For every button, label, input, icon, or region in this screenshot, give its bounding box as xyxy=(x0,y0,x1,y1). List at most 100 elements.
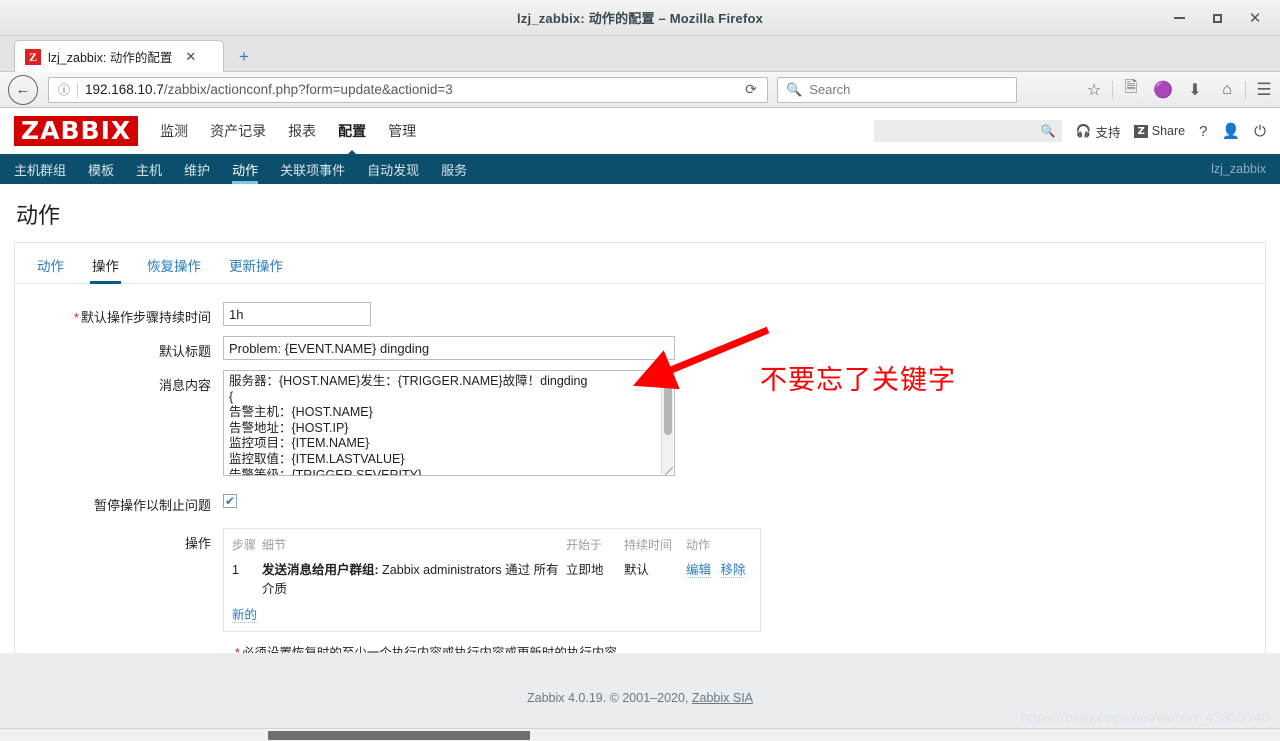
new-operation-link[interactable]: 新的 xyxy=(232,608,258,623)
message-textarea-wrapper: 服务器：{HOST.NAME}发生：{TRIGGER.NAME}故障！dingd… xyxy=(223,370,675,476)
cell-start-in: 立即地 xyxy=(566,563,604,577)
col-header-step: 步骤 xyxy=(232,538,257,552)
required-mark: * xyxy=(73,310,79,325)
cell-duration: 默认 xyxy=(624,563,650,577)
headset-icon: 🎧 xyxy=(1075,123,1092,138)
textarea-resize-grip[interactable] xyxy=(665,467,673,475)
subnav-item-maintenance[interactable]: 维护 xyxy=(184,154,210,184)
browser-search-box[interactable]: 🔍 Search xyxy=(777,76,1017,103)
field-row-message: 消息内容 服务器：{HOST.NAME}发生：{TRIGGER.NAME}故障！… xyxy=(35,370,1245,476)
tab-action[interactable]: 动作 xyxy=(35,251,66,283)
menu-icon[interactable]: ☰ xyxy=(1248,75,1280,105)
window-minimize-button[interactable] xyxy=(1160,0,1198,36)
edit-operation-link[interactable]: 编辑 xyxy=(686,563,712,578)
default-duration-input[interactable] xyxy=(223,302,371,326)
cell-step: 1 xyxy=(232,563,239,577)
col-header-start-in: 开始于 xyxy=(566,538,603,552)
downloads-icon[interactable]: ⬇ xyxy=(1179,75,1211,105)
zabbix-logo[interactable]: ZABBIX xyxy=(14,116,139,146)
subnav-item-actions[interactable]: 动作 xyxy=(232,154,259,184)
label-default-duration: * 默认操作步骤持续时间 xyxy=(35,302,223,326)
star-icon[interactable]: ☆ xyxy=(1078,75,1110,105)
window-close-button[interactable]: ✕ xyxy=(1236,0,1274,36)
zabbix-favicon-icon: Z xyxy=(25,48,41,65)
col-header-duration: 持续时间 xyxy=(624,538,673,552)
field-row-operations: 操作 步骤 细节 开始于 持续时间 动作 1 发送消息给用户群组: Zabbix… xyxy=(35,528,1245,632)
window-title: lzj_zabbix: 动作的配置 – Mozilla Firefox xyxy=(516,11,764,26)
tab-close-icon[interactable]: ✕ xyxy=(185,49,196,65)
page-horizontal-scrollbar-thumb[interactable] xyxy=(268,731,530,740)
zabbix-sia-link[interactable]: Zabbix SIA xyxy=(692,691,753,705)
search-icon: 🔍 xyxy=(786,81,803,97)
col-header-details: 细节 xyxy=(262,538,287,552)
menu-item-inventory[interactable]: 资产记录 xyxy=(210,117,266,145)
zabbix-share-icon: Z xyxy=(1134,124,1148,138)
search-placeholder: Search xyxy=(809,82,851,97)
window-controls: ✕ xyxy=(1160,0,1274,36)
field-row-pause-operations: 暂停操作以制止问题 ✔ xyxy=(35,490,1245,514)
textarea-scrollbar-thumb[interactable] xyxy=(664,375,672,435)
home-icon[interactable]: ⌂ xyxy=(1211,75,1243,105)
default-subject-input[interactable] xyxy=(223,336,675,360)
window-titlebar: lzj_zabbix: 动作的配置 – Mozilla Firefox ✕ xyxy=(0,0,1280,36)
share-label: Share xyxy=(1151,124,1186,138)
zabbix-header: ZABBIX 监测 资产记录 报表 配置 管理 🔍 🎧 支持 Z Share ?… xyxy=(0,108,1280,154)
power-icon[interactable]: ⏻ xyxy=(1254,123,1266,140)
toolbar-divider-2 xyxy=(1245,80,1246,99)
cell-details: 发送消息给用户群组: Zabbix administrators 通过 所有介质 xyxy=(262,559,566,597)
help-icon[interactable]: ? xyxy=(1199,123,1207,140)
browser-navbar: ← ⓘ 192.168.10.7/zabbix/actionconf.php?f… xyxy=(0,72,1280,108)
tab-recovery-operations[interactable]: 恢复操作 xyxy=(145,251,203,283)
menu-item-reports[interactable]: 报表 xyxy=(288,117,316,145)
col-header-action: 动作 xyxy=(686,538,711,552)
label-default-subject: 默认标题 xyxy=(158,344,211,359)
page-title: 动作 xyxy=(16,203,61,228)
reload-icon[interactable]: ⟳ xyxy=(739,81,763,98)
page-horizontal-scrollbar[interactable] xyxy=(0,728,1280,741)
browser-tab[interactable]: Z lzj_zabbix: 动作的配置 ✕ xyxy=(14,40,224,72)
browser-tabstrip: Z lzj_zabbix: 动作的配置 ✕ + xyxy=(0,36,1280,72)
cell-details-bold: 发送消息给用户群组: xyxy=(262,563,379,577)
subnav-item-services[interactable]: 服务 xyxy=(441,154,467,184)
url-text: 192.168.10.7/zabbix/actionconf.php?form=… xyxy=(85,82,453,97)
toolbar-divider-1 xyxy=(1112,80,1113,99)
subnav-item-templates[interactable]: 模板 xyxy=(88,154,114,184)
tab-operations[interactable]: 操作 xyxy=(90,251,121,284)
subnav-item-hosts[interactable]: 主机 xyxy=(136,154,162,184)
label-operations: 操作 xyxy=(184,536,211,551)
subnav-item-host-groups[interactable]: 主机群组 xyxy=(14,154,66,184)
share-link[interactable]: Z Share xyxy=(1134,124,1185,138)
label-message: 消息内容 xyxy=(158,378,211,393)
watermark: https://blog.csdn.net/weixin_43815140 xyxy=(1020,709,1270,725)
subnav-item-event-correlation[interactable]: 关联项事件 xyxy=(280,154,345,184)
textarea-scrollbar[interactable] xyxy=(661,372,673,474)
message-textarea[interactable]: 服务器：{HOST.NAME}发生：{TRIGGER.NAME}故障！dingd… xyxy=(223,370,675,476)
subnav-item-discovery[interactable]: 自动发现 xyxy=(367,154,419,184)
field-row-default-duration: * 默认操作步骤持续时间 xyxy=(35,302,1245,326)
label-text: 默认操作步骤持续时间 xyxy=(80,310,211,325)
zabbix-search-input[interactable]: 🔍 xyxy=(873,120,1062,142)
menu-item-monitoring[interactable]: 监测 xyxy=(160,117,188,145)
tab-update-operations[interactable]: 更新操作 xyxy=(227,251,285,283)
operations-table-header: 步骤 细节 开始于 持续时间 动作 xyxy=(232,535,752,557)
window-maximize-button[interactable] xyxy=(1198,0,1236,36)
form-tabs: 动作 操作 恢复操作 更新操作 xyxy=(15,243,1265,284)
menu-item-administration[interactable]: 管理 xyxy=(388,117,416,145)
back-button[interactable]: ← xyxy=(8,74,38,105)
user-icon[interactable]: 👤 xyxy=(1221,122,1240,140)
pocket-icon[interactable]: 🟣 xyxy=(1147,75,1179,105)
site-info-icon[interactable]: ⓘ xyxy=(53,81,75,98)
footer-text: Zabbix 4.0.19. © 2001–2020, Zabbix SIA xyxy=(527,691,753,705)
footer-copyright: Zabbix 4.0.19. © 2001–2020, xyxy=(526,690,692,705)
library-icon[interactable]: 🗎 xyxy=(1115,75,1147,105)
remove-operation-link[interactable]: 移除 xyxy=(720,563,746,578)
address-bar[interactable]: ⓘ 192.168.10.7/zabbix/actionconf.php?for… xyxy=(48,76,768,103)
new-tab-button[interactable]: + xyxy=(232,45,256,67)
menu-item-configuration[interactable]: 配置 xyxy=(338,117,366,145)
support-link[interactable]: 🎧 支持 xyxy=(1076,122,1121,141)
url-path: /zabbix/actionconf.php?form=update&actio… xyxy=(163,82,453,97)
support-label: 支持 xyxy=(1095,125,1121,140)
zabbix-page: ZABBIX 监测 资产记录 报表 配置 管理 🔍 🎧 支持 Z Share ?… xyxy=(0,108,1280,741)
pause-operations-checkbox[interactable]: ✔ xyxy=(223,494,237,508)
zabbix-main-menu: 监测 资产记录 报表 配置 管理 xyxy=(160,117,416,145)
